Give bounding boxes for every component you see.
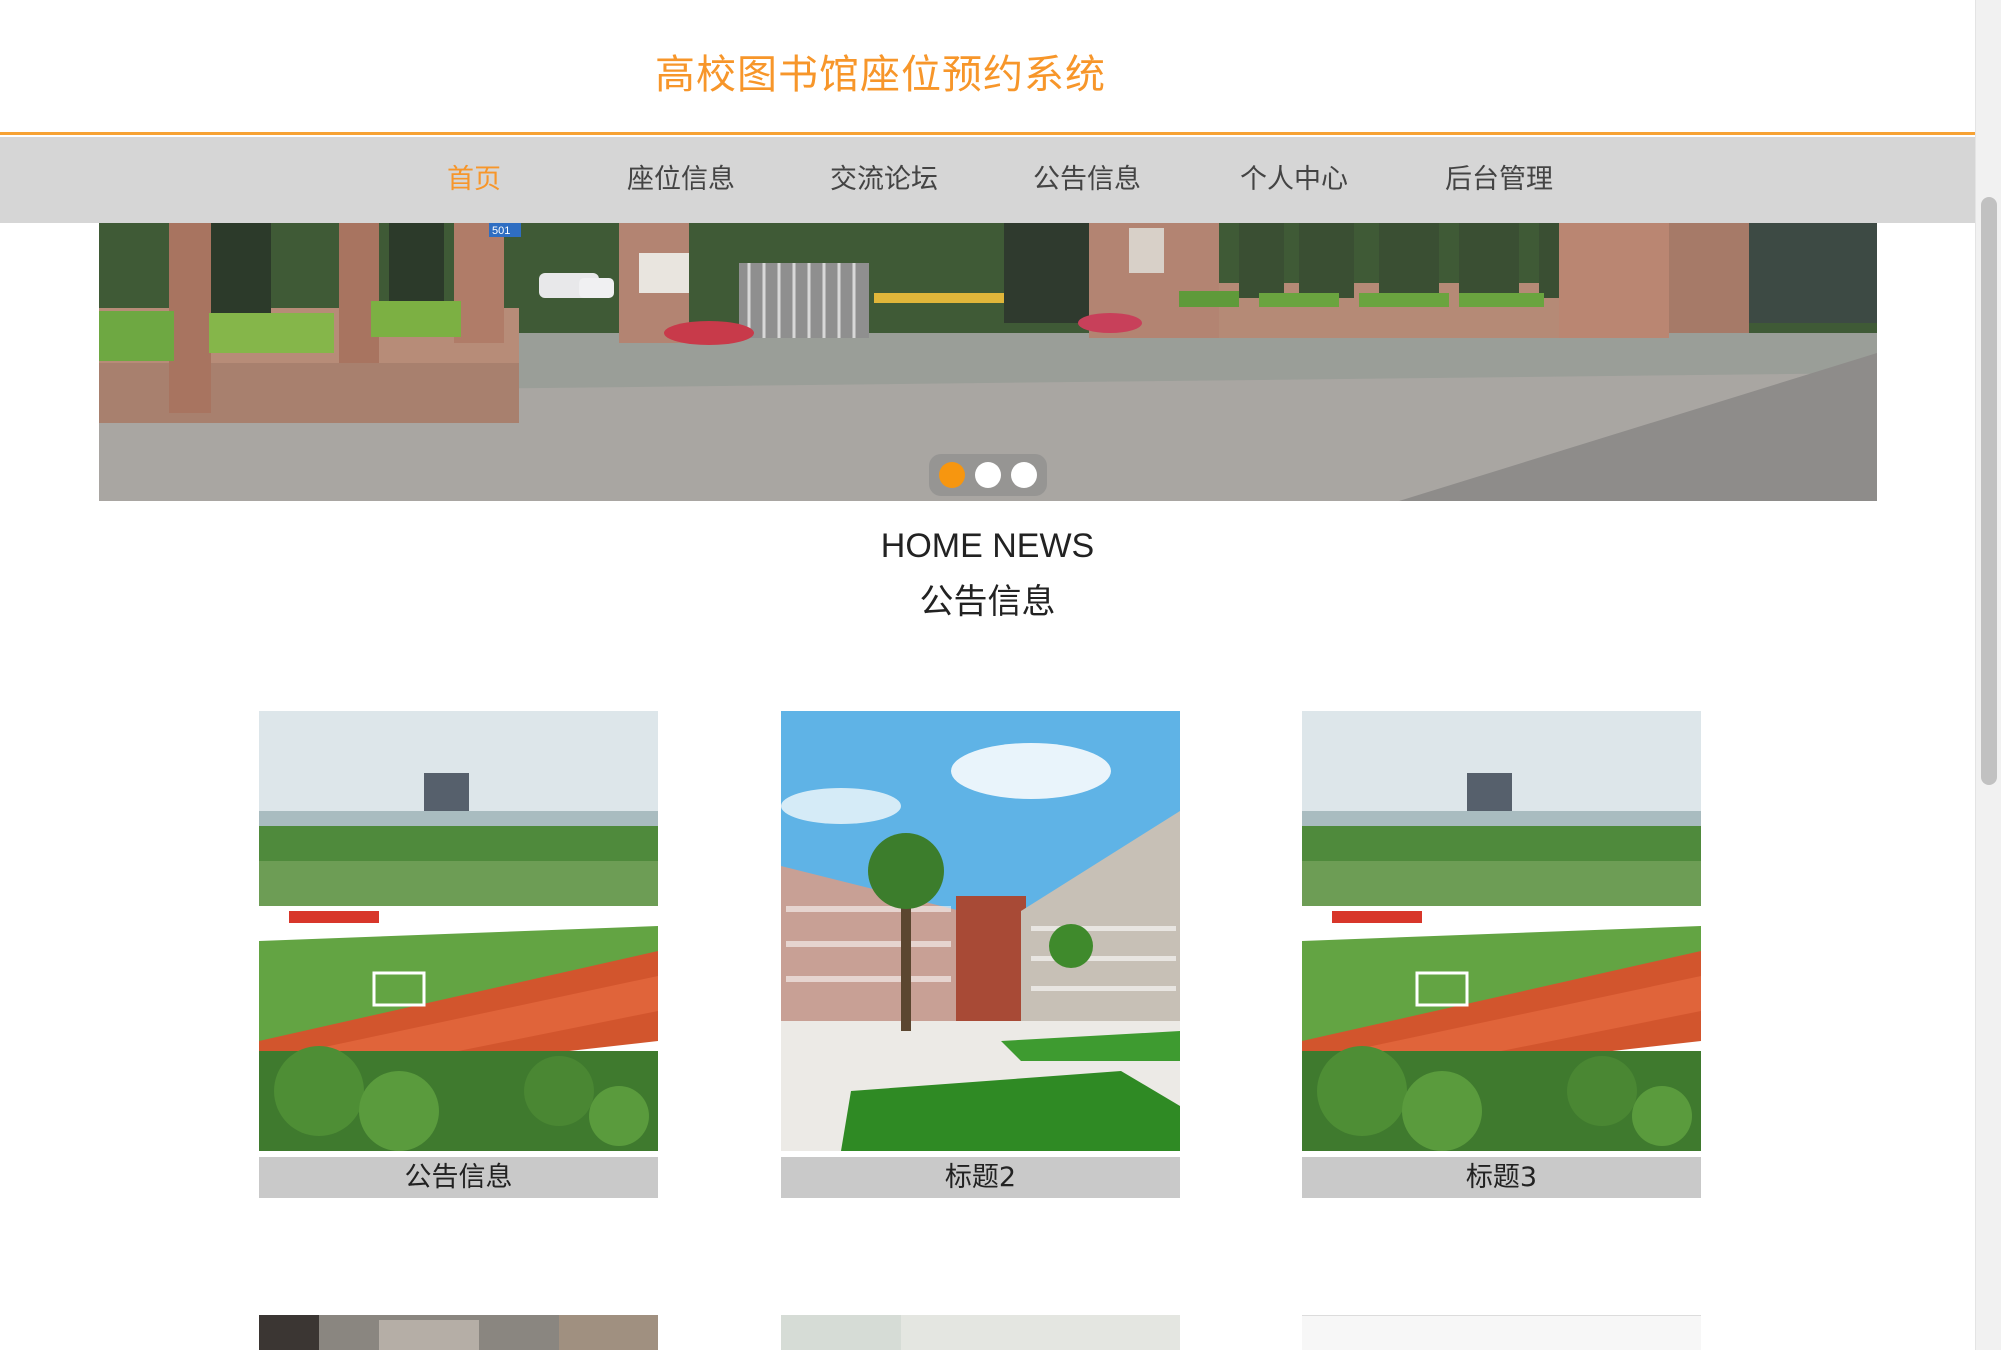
- scrollbar-thumb[interactable]: [1981, 197, 1997, 785]
- nav-item-forum[interactable]: 交流论坛: [830, 137, 938, 223]
- news-card[interactable]: 标题2: [781, 711, 1180, 1198]
- card-image[interactable]: [781, 1315, 1180, 1350]
- section-title-cn: 公告信息: [919, 582, 1056, 622]
- carousel-indicators: [929, 454, 1047, 496]
- nav-item-seat-info[interactable]: 座位信息: [627, 137, 735, 223]
- banner-carousel[interactable]: 501: [99, 223, 1877, 501]
- carousel-dot-1[interactable]: [939, 462, 965, 488]
- news-card[interactable]: [781, 1315, 1180, 1350]
- card-caption[interactable]: 公告信息: [259, 1157, 658, 1198]
- card-image[interactable]: [1302, 1315, 1701, 1350]
- news-card[interactable]: 公告信息: [259, 711, 658, 1198]
- page-scrollbar[interactable]: [1975, 0, 2001, 1350]
- section-title-en: HOME NEWS: [880, 527, 1095, 565]
- carousel-dot-3[interactable]: [1011, 462, 1037, 488]
- news-card[interactable]: 标题3: [1302, 711, 1701, 1198]
- card-image[interactable]: [781, 711, 1180, 1151]
- nav-item-personal-center[interactable]: 个人中心: [1240, 137, 1348, 223]
- site-header: 高校图书馆座位预约系统: [0, 0, 1975, 135]
- carousel-dot-2[interactable]: [975, 462, 1001, 488]
- news-card[interactable]: [1302, 1315, 1701, 1350]
- card-caption[interactable]: 标题3: [1302, 1157, 1701, 1198]
- nav-item-admin[interactable]: 后台管理: [1445, 137, 1553, 223]
- card-caption[interactable]: 标题2: [781, 1157, 1180, 1198]
- site-title[interactable]: 高校图书馆座位预约系统: [655, 42, 1106, 100]
- main-nav: 首页 座位信息 交流论坛 公告信息 个人中心 后台管理: [0, 137, 1975, 223]
- card-image[interactable]: [259, 1315, 658, 1350]
- gate-number-sign: 501: [492, 225, 510, 237]
- card-image[interactable]: [1302, 711, 1701, 1151]
- news-card[interactable]: [259, 1315, 658, 1350]
- nav-item-announcements[interactable]: 公告信息: [1033, 137, 1141, 223]
- card-image[interactable]: [259, 711, 658, 1151]
- nav-item-home[interactable]: 首页: [447, 137, 501, 223]
